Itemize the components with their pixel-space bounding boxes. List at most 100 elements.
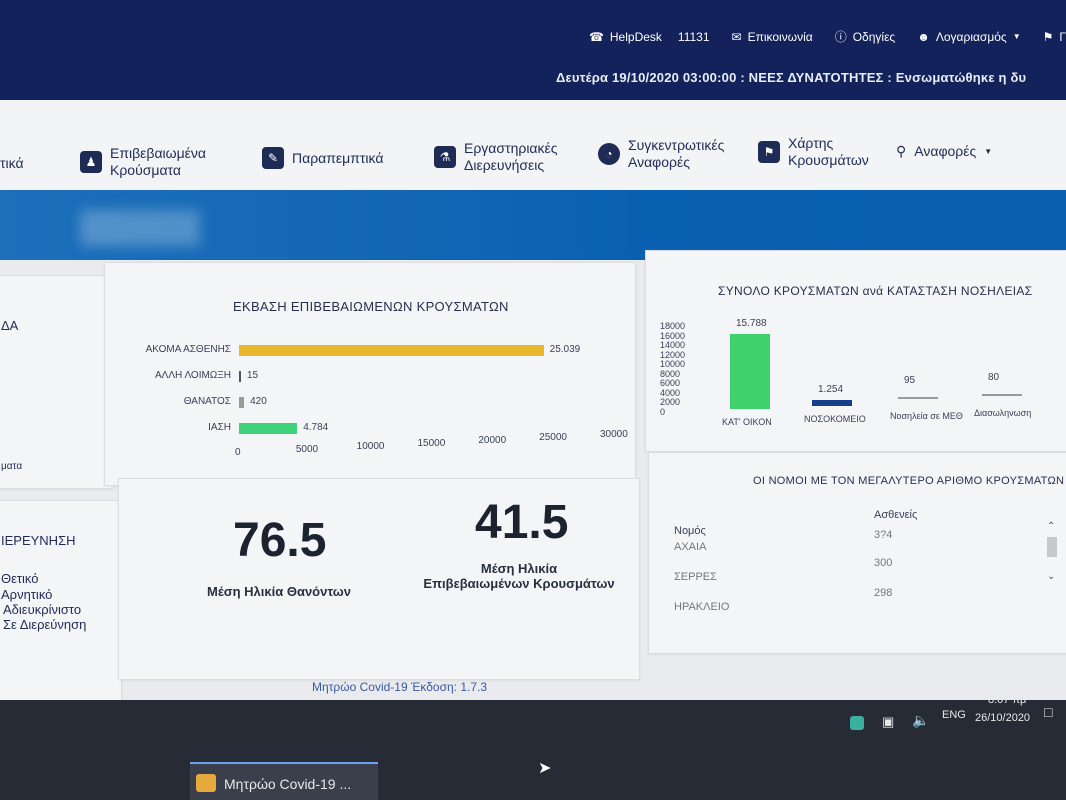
outcome-bar[interactable]	[239, 397, 245, 408]
cases-age-label-line2: Επιβεβαιωμένων Κρουσμάτων	[423, 576, 615, 591]
language-menu[interactable]: ⚑ Γ	[1043, 28, 1066, 45]
hospital-axis-tick: 6000	[660, 378, 681, 389]
search-icon: ⚲	[896, 143, 907, 159]
app-version: Μητρώο Covid-19 Έκδοση: 1.7.3	[312, 680, 488, 694]
cases-average-age-label: Μέση Ηλικία Επιβεβαιωμένων Κρουσμάτων	[409, 561, 629, 591]
left-panel-title-fragment: ΔΑ	[1, 318, 19, 333]
nav-item-partial[interactable]: τικά	[0, 155, 24, 172]
network-icon[interactable]: ▣	[882, 714, 894, 730]
helpdesk-label: HelpDesk	[609, 29, 662, 44]
tray-app-icon[interactable]	[850, 716, 864, 730]
table-scrollbar[interactable]: ⌃ ⌄	[1047, 521, 1061, 591]
outcome-bar-value: 4.784	[303, 422, 329, 433]
outcome-bar-label: ΘΑΝΑΤΟΣ	[183, 396, 231, 407]
outcome-bar-label: ΑΚΟΜΑ ΑΣΘΕΝΗΣ	[145, 344, 231, 355]
hospitalization-chart-panel: ΣΥΝΟΛΟ ΚΡΟΥΣΜΑΤΩΝ ανά ΚΑΤΑΣΤΑΣΗ ΝΟΣΗΛΕΙΑ…	[645, 250, 1066, 452]
outcome-bar-value: 25.039	[549, 344, 581, 355]
nav-item-referrals-label: Παραπεμπτικά	[292, 149, 384, 166]
language-label: Γ	[1059, 29, 1066, 44]
scrollbar-thumb[interactable]	[1047, 537, 1057, 557]
notification-icon[interactable]: □	[1044, 704, 1052, 720]
nav-item-confirmed-label: Επιβεβαιωμένα Κρούσματα	[110, 145, 206, 179]
nav-item-confirmed-cases[interactable]: ♟ Επιβεβαιωμένα Κρούσματα	[80, 145, 206, 179]
test-tube-icon: ⚗	[434, 146, 456, 168]
nav-confirmed-line2: Κρούσματα	[110, 162, 181, 178]
outcome-axis-tick: 15000	[417, 438, 446, 449]
row-cases: 300	[874, 557, 893, 569]
nav-item-lab-label: Εργαστηριακές Διερευνήσεις	[464, 140, 558, 174]
outcome-axis-tick: 10000	[356, 441, 385, 452]
cases-average-age-value: 41.5	[475, 496, 569, 549]
nav-item-reports[interactable]: ⚲ Αναφορές ▼	[896, 143, 992, 160]
row-cases: 298	[874, 587, 893, 599]
account-menu[interactable]: ☻ Λογαριασμός ▼	[917, 28, 1020, 45]
outcome-bar[interactable]	[239, 371, 241, 382]
outcome-bar-label: ΑΛΛΗ ΛΟΙΜΩΞΗ	[154, 370, 231, 381]
helpdesk-link[interactable]: ☎ HelpDesk 11131	[589, 28, 710, 45]
nav-lab-line1: Εργαστηριακές	[464, 140, 558, 156]
envelope-icon: ✉	[731, 29, 742, 44]
investigation-item: Σε Διερεύνηση	[3, 617, 87, 632]
outcome-axis-tick: 0	[235, 447, 241, 458]
helpdesk-number: 11131	[677, 29, 710, 44]
investigation-title: ΙΕΡΕΥΝΗΣΗ	[1, 533, 76, 548]
nav-item-lab[interactable]: ⚗ Εργαστηριακές Διερευνήσεις	[434, 140, 558, 174]
nav-item-summary-label: Συγκεντρωτικές Αναφορές	[628, 137, 724, 171]
hospital-bar-value: 15.788	[736, 317, 767, 329]
investigation-item: Αρνητικό	[1, 587, 53, 602]
nav-item-referrals[interactable]: ✎ Παραπεμπτικά	[262, 147, 383, 169]
hospital-bar[interactable]	[982, 394, 1022, 396]
investigation-item: Θετικό	[1, 571, 39, 586]
outcome-chart-title: ΕΚΒΑΣΗ ΕΠΙΒΕΒΑΙΩΜΕΝΩΝ ΚΡΟΥΣΜΑΤΩΝ	[233, 299, 509, 314]
hospital-bar-label: ΚΑΤ' ΟΙΚΟΝ	[722, 417, 772, 427]
outcome-axis-tick: 5000	[295, 444, 319, 455]
hospital-bar[interactable]	[812, 400, 852, 406]
language-indicator[interactable]: ENG	[942, 709, 966, 721]
taskbar-app-button[interactable]: Μητρώο Covid-19 ...	[190, 762, 378, 800]
scroll-down-icon[interactable]: ⌄	[1047, 571, 1055, 582]
nav-item-partial-label: τικά	[0, 155, 24, 171]
column-header-cases[interactable]: Ασθενείς	[874, 509, 917, 521]
hospital-bar-label: Νοσηλεία σε ΜΕΘ	[890, 411, 963, 421]
hospital-bar-value: 80	[988, 372, 1000, 383]
nav-item-map[interactable]: ⚑ Χάρτης Κρουσμάτων	[758, 135, 869, 169]
nav-item-summary-reports[interactable]: ◔ Συγκεντρωτικές Αναφορές	[598, 137, 724, 171]
outcome-bar-value: 15	[247, 370, 259, 381]
investigation-item: Αδιευκρίνιστο	[3, 602, 82, 617]
nav-item-map-label: Χάρτης Κρουσμάτων	[788, 135, 869, 169]
outcome-axis-tick: 25000	[539, 432, 567, 443]
top-bar: ☎ HelpDesk 11131 ✉ Επικοινωνία ⓘ Οδηγίες…	[0, 0, 1066, 100]
news-ticker: Δευτέρα 19/10/2020 03:00:00 : ΝΕΕΣ ΔΥΝΑΤ…	[556, 70, 1026, 85]
guides-label: Οδηγίες	[852, 29, 896, 44]
clock-date[interactable]: 26/10/2020	[975, 712, 1030, 724]
hospital-bar-label: Διασωληνωση	[974, 408, 1032, 418]
nav-lab-line2: Διερευνήσεις	[464, 157, 545, 173]
top-links: ☎ HelpDesk 11131 ✉ Επικοινωνία ⓘ Οδηγίες…	[589, 28, 1066, 45]
cases-age-label-line1: Μέση Ηλικία	[480, 561, 558, 576]
pie-chart-icon: ◔	[598, 143, 620, 165]
guides-link[interactable]: ⓘ Οδηγίες	[835, 28, 896, 45]
row-name: ΣΕΡΡΕΣ	[674, 571, 717, 583]
phone-icon: ☎	[588, 29, 604, 44]
volume-icon[interactable]: 🔈	[912, 712, 929, 729]
hospital-axis-tick: 0	[660, 407, 666, 417]
hospital-axis-tick: 4000	[660, 387, 681, 398]
hospital-bar[interactable]	[730, 333, 770, 409]
column-header-name[interactable]: Νομός	[674, 525, 706, 537]
outcome-bar[interactable]	[239, 423, 298, 434]
outcome-bar[interactable]	[239, 345, 544, 356]
caret-down-icon: ▼	[984, 147, 993, 156]
edit-document-icon: ✎	[262, 147, 284, 169]
contact-link[interactable]: ✉ Επικοινωνία	[732, 28, 813, 45]
hospital-bar[interactable]	[898, 397, 938, 399]
clock-time[interactable]: 8:07 πμ	[988, 694, 1026, 706]
scroll-up-icon[interactable]: ⌃	[1047, 521, 1055, 532]
nav-map-line2: Κρουσμάτων	[788, 152, 869, 168]
screen: ☎ HelpDesk 11131 ✉ Επικοινωνία ⓘ Οδηγίες…	[0, 0, 1066, 800]
prefecture-table-title: ΟΙ ΝΟΜΟΙ ΜΕ ΤΟΝ ΜΕΓΑΛΥΤΕΡΟ ΑΡΙΘΜΟ ΚΡΟΥΣΜ…	[753, 475, 1065, 487]
age-stats-panel: 76.5 Μέση Ηλικία Θανόντων 41.5 Μέση Ηλικ…	[118, 478, 640, 680]
hospital-axis-tick: 2000	[660, 397, 681, 408]
prefecture-table-panel: ΟΙ ΝΟΜΟΙ ΜΕ ΤΟΝ ΜΕΓΑΛΥΤΕΡΟ ΑΡΙΘΜΟ ΚΡΟΥΣΜ…	[648, 452, 1066, 654]
left-summary-panel: ΔΑ ματα	[0, 275, 114, 489]
screen-glare	[80, 210, 200, 246]
